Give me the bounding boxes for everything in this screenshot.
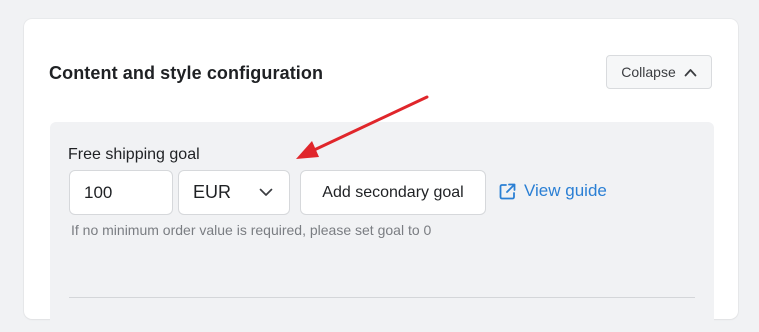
collapse-button[interactable]: Collapse [606, 55, 712, 89]
goal-label: Free shipping goal [68, 146, 200, 163]
config-card: Content and style configuration Collapse… [24, 19, 738, 332]
goal-hint: If no minimum order value is required, p… [71, 222, 432, 238]
goal-amount-input[interactable] [69, 170, 173, 215]
section-title: Content and style configuration [49, 63, 324, 83]
chevron-up-icon [684, 68, 697, 76]
add-secondary-goal-button[interactable]: Add secondary goal [300, 170, 486, 215]
external-link-icon [499, 183, 516, 199]
collapse-label: Collapse [621, 64, 676, 80]
currency-select[interactable]: EUR [178, 170, 290, 215]
goal-panel: Free shipping goal EUR Add secondary goa… [50, 122, 714, 332]
divider [69, 297, 695, 298]
view-guide-label: View guide [524, 181, 607, 200]
currency-value: EUR [193, 182, 232, 202]
view-guide-link[interactable]: View guide [498, 181, 607, 201]
chevron-down-icon [259, 188, 273, 196]
